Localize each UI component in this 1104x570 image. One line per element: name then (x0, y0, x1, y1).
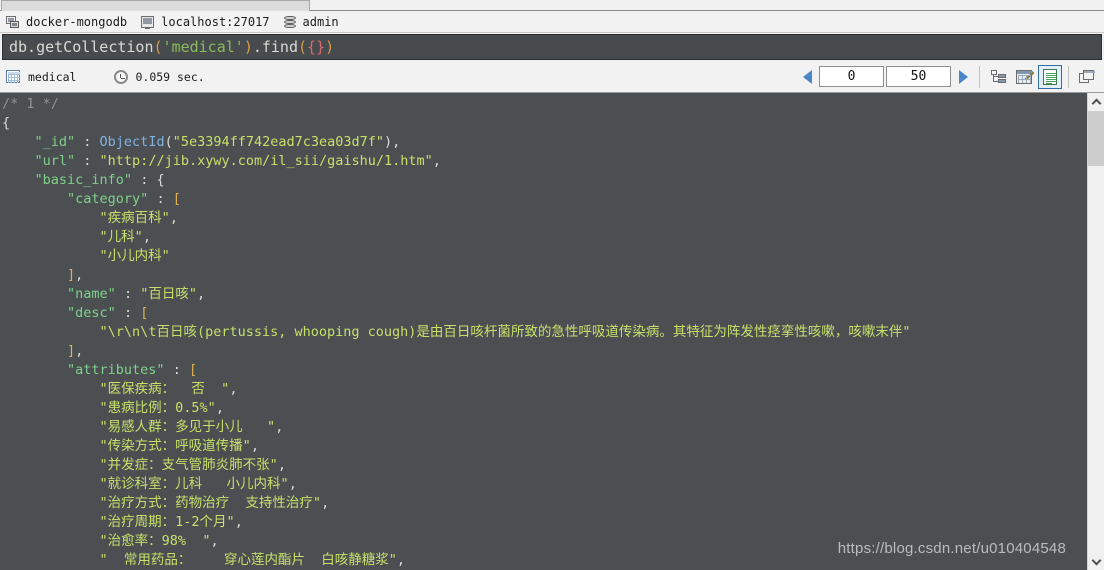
triangle-left-icon (802, 69, 812, 84)
json-document-text: /* 1 */ { "_id" : ObjectId("5e3394ff742e… (2, 96, 911, 568)
limit-value: 50 (910, 69, 927, 84)
json-view-button[interactable] (1038, 64, 1062, 89)
tree-view-icon (990, 69, 1006, 84)
connection-database-label: admin (302, 15, 339, 29)
scrollbar-thumb[interactable] (1088, 111, 1104, 166)
grid-icon (6, 70, 20, 83)
connection-host[interactable]: localhost:27017 (141, 15, 270, 29)
connection-database[interactable]: admin (283, 15, 339, 29)
table-view-button[interactable] (1012, 65, 1036, 89)
json-view-icon (1043, 68, 1057, 85)
skip-value: 0 (847, 69, 856, 84)
query-token-close-paren-2: ) (325, 38, 335, 56)
result-toolbar-left: medical 0.059 sec. (0, 69, 796, 84)
toolbar-separator-2 (1068, 65, 1069, 88)
next-page-button[interactable] (952, 65, 974, 89)
query-token-collection: 'medical' (162, 38, 244, 56)
connection-bar: docker-mongodb localhost:27017 admin (0, 11, 1104, 33)
tree-view-button[interactable] (986, 65, 1010, 89)
triangle-right-icon (958, 69, 968, 84)
clock-icon (114, 69, 129, 84)
vertical-scrollbar[interactable] (1087, 93, 1104, 570)
toolbar-separator (979, 65, 980, 88)
result-toolbar: medical 0.059 sec. 0 50 (0, 61, 1104, 93)
mongodb-client-window: docker-mongodb localhost:27017 admin db.… (0, 0, 1104, 570)
result-collection-name: medical (28, 69, 77, 84)
query-token-db: db.getCollection (9, 38, 154, 56)
connection-server[interactable]: docker-mongodb (6, 15, 127, 29)
database-icon (283, 15, 296, 29)
connection-bar-rule (0, 32, 1104, 33)
query-token-open-paren: ( (153, 38, 163, 56)
chevron-up-icon (1091, 98, 1102, 108)
connection-server-label: docker-mongodb (26, 15, 128, 29)
skip-input[interactable]: 0 (819, 66, 884, 87)
query-tab[interactable] (1, 0, 310, 11)
detach-window-button[interactable] (1075, 65, 1099, 89)
scroll-down-button[interactable] (1088, 553, 1104, 570)
result-toolbar-right: 0 50 (796, 64, 1104, 89)
chevron-down-icon (1091, 555, 1102, 565)
connection-host-label: localhost:27017 (161, 15, 270, 29)
query-input[interactable]: db.getCollection('medical') .find({}) (2, 34, 1102, 60)
result-elapsed-time: 0.059 sec. (135, 69, 205, 84)
query-token-filter: {} (307, 38, 326, 56)
scroll-up-button[interactable] (1088, 93, 1104, 110)
query-token-close-paren: ) (243, 38, 253, 56)
server-icon (6, 16, 19, 28)
query-token-open-paren-2: ( (298, 38, 308, 56)
limit-input[interactable]: 50 (886, 66, 951, 87)
watermark-text: https://blog.csdn.net/u010404548 (837, 540, 1066, 557)
json-result-pane[interactable]: /* 1 */ { "_id" : ObjectId("5e3394ff742e… (0, 93, 1104, 570)
monitor-icon (141, 16, 155, 29)
prev-page-button[interactable] (796, 65, 818, 89)
window-restore-icon (1079, 69, 1095, 84)
query-token-find: .find (252, 38, 298, 56)
table-view-icon (1016, 69, 1035, 84)
